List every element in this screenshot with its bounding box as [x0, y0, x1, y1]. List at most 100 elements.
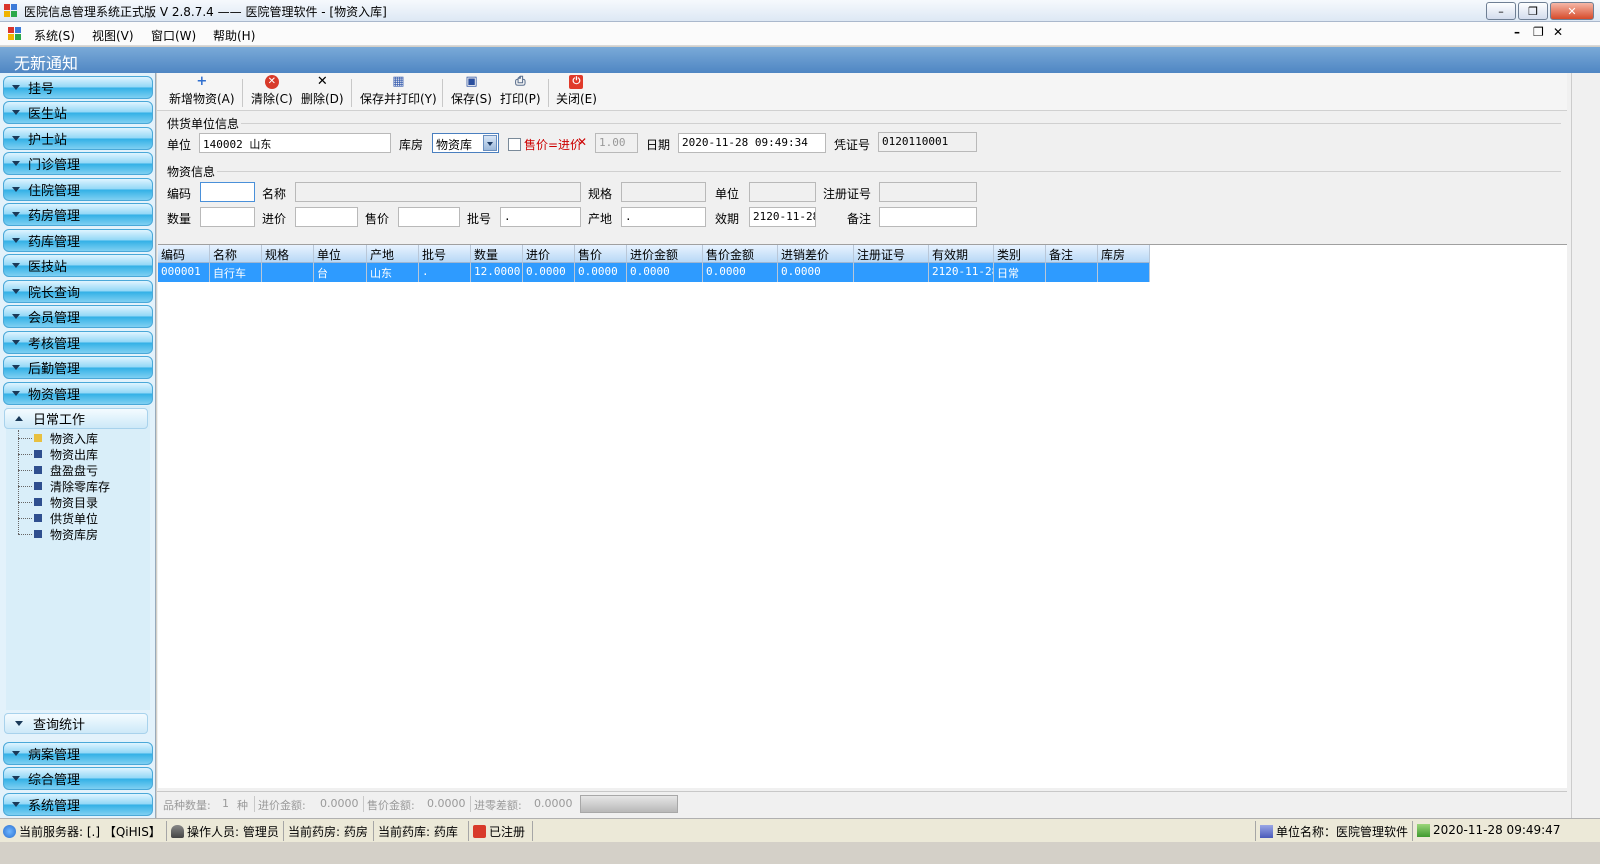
nav-assessment[interactable]: 考核管理 [3, 331, 153, 354]
chevron-down-icon [12, 136, 20, 141]
tree-item-clear-zero-stock[interactable]: 清除零库存 [18, 478, 110, 494]
diff-total-value: 0.0000 [534, 797, 573, 810]
sub-header-query-stats[interactable]: 查询统计 [4, 713, 148, 734]
col-header-remark[interactable]: 备注 [1046, 245, 1098, 263]
save-button[interactable]: ▣ 保存(S) [451, 75, 492, 107]
restore-button[interactable]: ❐ [1518, 2, 1548, 20]
col-header-qty[interactable]: 数量 [471, 245, 523, 263]
close-window-button[interactable]: ✕ [1550, 2, 1594, 20]
close-form-button[interactable]: ⏻ 关闭(E) [556, 75, 597, 107]
purchase-price-input[interactable] [295, 207, 358, 227]
nav-registration[interactable]: 挂号 [3, 76, 153, 99]
supplier-group-title: 供货单位信息 [167, 117, 240, 131]
nav-member[interactable]: 会员管理 [3, 305, 153, 328]
tree-item-supplier[interactable]: 供货单位 [18, 510, 110, 526]
tree-item-warehouse[interactable]: 物资库房 [18, 526, 110, 542]
nav-outpatient[interactable]: 门诊管理 [3, 152, 153, 175]
user-icon [171, 825, 184, 838]
mdi-minimize-button[interactable]: – [1514, 25, 1520, 39]
nav-nurse-station[interactable]: 护士站 [3, 127, 153, 150]
supplier-unit-input[interactable]: 140002 山东 [199, 133, 391, 153]
print-button[interactable]: ⎙ 打印(P) [500, 75, 541, 107]
add-material-button[interactable]: + 新增物资(A) [169, 75, 235, 107]
sale-price-label: 售价 [365, 212, 390, 226]
tree-item-catalog[interactable]: 物资目录 [18, 494, 110, 510]
status-registered: 已注册 [473, 823, 525, 840]
app-icon [4, 4, 17, 17]
clear-button[interactable]: ✕ 清除(C) [251, 75, 293, 107]
table-row[interactable]: 000001 自行车 台 山东 . 12.0000 0.0000 0.0000 … [158, 263, 1150, 282]
app-menu-icon[interactable] [8, 27, 22, 41]
chevron-up-icon [15, 416, 23, 421]
ratio-spinner[interactable]: 1.00 [595, 133, 638, 153]
variety-value: 1 [222, 797, 229, 810]
col-header-sale-amount[interactable]: 售价金额 [703, 245, 778, 263]
material-group-title: 物资信息 [167, 165, 216, 179]
batch-label: 批号 [467, 212, 492, 226]
nav-general[interactable]: 综合管理 [3, 767, 153, 790]
right-scroll-area[interactable] [1567, 73, 1600, 818]
col-header-warehouse[interactable]: 库房 [1098, 245, 1150, 263]
power-icon: ⏻ [569, 75, 584, 89]
nav-system[interactable]: 系统管理 [3, 793, 153, 816]
chevron-down-icon [12, 212, 20, 217]
date-picker[interactable]: 2020-11-28 09:49:34 [678, 133, 826, 153]
col-header-origin[interactable]: 产地 [367, 245, 419, 263]
col-header-reg-no[interactable]: 注册证号 [854, 245, 929, 263]
nav-director-query[interactable]: 院长查询 [3, 280, 153, 303]
origin-input[interactable]: . [621, 207, 706, 227]
menu-system[interactable]: 系统(S) [34, 27, 75, 44]
col-header-expiry[interactable]: 有效期 [929, 245, 994, 263]
col-header-spec[interactable]: 规格 [262, 245, 314, 263]
tree-item-outbound[interactable]: 物资出库 [18, 446, 110, 462]
remark-label: 备注 [847, 212, 872, 226]
voucher-label: 凭证号 [834, 138, 871, 152]
tree-item-inventory-adjust[interactable]: 盘盈盘亏 [18, 462, 110, 478]
col-header-price-diff[interactable]: 进销差价 [778, 245, 854, 263]
batch-input[interactable]: . [500, 207, 581, 227]
summary-footer: 品种数量: 1 种 进价金额: 0.0000 售价金额: 0.0000 进零差额… [157, 791, 1567, 815]
origin-label: 产地 [588, 212, 613, 226]
col-header-purchase-amount[interactable]: 进价金额 [627, 245, 703, 263]
square-icon [34, 498, 42, 506]
mdi-restore-button[interactable]: ❐ [1533, 25, 1544, 39]
sale-price-input[interactable] [398, 207, 460, 227]
minimize-button[interactable]: – [1486, 2, 1516, 20]
cell-remark [1046, 263, 1098, 282]
delete-button[interactable]: ✕ 删除(D) [301, 75, 344, 107]
col-header-code[interactable]: 编码 [158, 245, 210, 263]
qty-input[interactable] [200, 207, 255, 227]
col-header-unit[interactable]: 单位 [314, 245, 367, 263]
qty-label: 数量 [167, 212, 192, 226]
price-equals-cost-checkbox[interactable] [508, 138, 521, 151]
col-header-batch[interactable]: 批号 [419, 245, 471, 263]
col-header-purchase-price[interactable]: 进价 [523, 245, 575, 263]
chevron-down-icon [12, 391, 20, 396]
nav-doctor-station[interactable]: 医生站 [3, 101, 153, 124]
expiry-input[interactable]: 2120-11-28 [749, 207, 816, 227]
cell-category: 日常 [994, 263, 1046, 282]
chevron-down-icon [12, 110, 20, 115]
menu-window[interactable]: 窗口(W) [151, 27, 196, 44]
nav-medtech[interactable]: 医技站 [3, 254, 153, 277]
code-input[interactable] [200, 182, 255, 202]
col-header-name[interactable]: 名称 [210, 245, 262, 263]
nav-logistics[interactable]: 后勤管理 [3, 356, 153, 379]
nav-medical-records[interactable]: 病案管理 [3, 742, 153, 765]
nav-pharmacy[interactable]: 药房管理 [3, 203, 153, 226]
menu-help[interactable]: 帮助(H) [213, 27, 255, 44]
nav-inpatient[interactable]: 住院管理 [3, 178, 153, 201]
warehouse-select[interactable]: 物资库 [432, 133, 499, 153]
col-header-category[interactable]: 类别 [994, 245, 1046, 263]
tree-item-inbound[interactable]: 物资入库 [18, 430, 110, 446]
remark-input[interactable] [879, 207, 977, 227]
sub-header-daily-work[interactable]: 日常工作 [4, 408, 148, 429]
nav-drug-store[interactable]: 药库管理 [3, 229, 153, 252]
cell-reg-no [854, 263, 929, 282]
mdi-close-button[interactable]: ✕ [1553, 25, 1563, 39]
nav-materials[interactable]: 物资管理 [3, 382, 153, 405]
square-icon [34, 466, 42, 474]
save-and-print-button[interactable]: ▦ 保存并打印(Y) [360, 75, 437, 107]
col-header-sale-price[interactable]: 售价 [575, 245, 627, 263]
menu-view[interactable]: 视图(V) [92, 27, 134, 44]
